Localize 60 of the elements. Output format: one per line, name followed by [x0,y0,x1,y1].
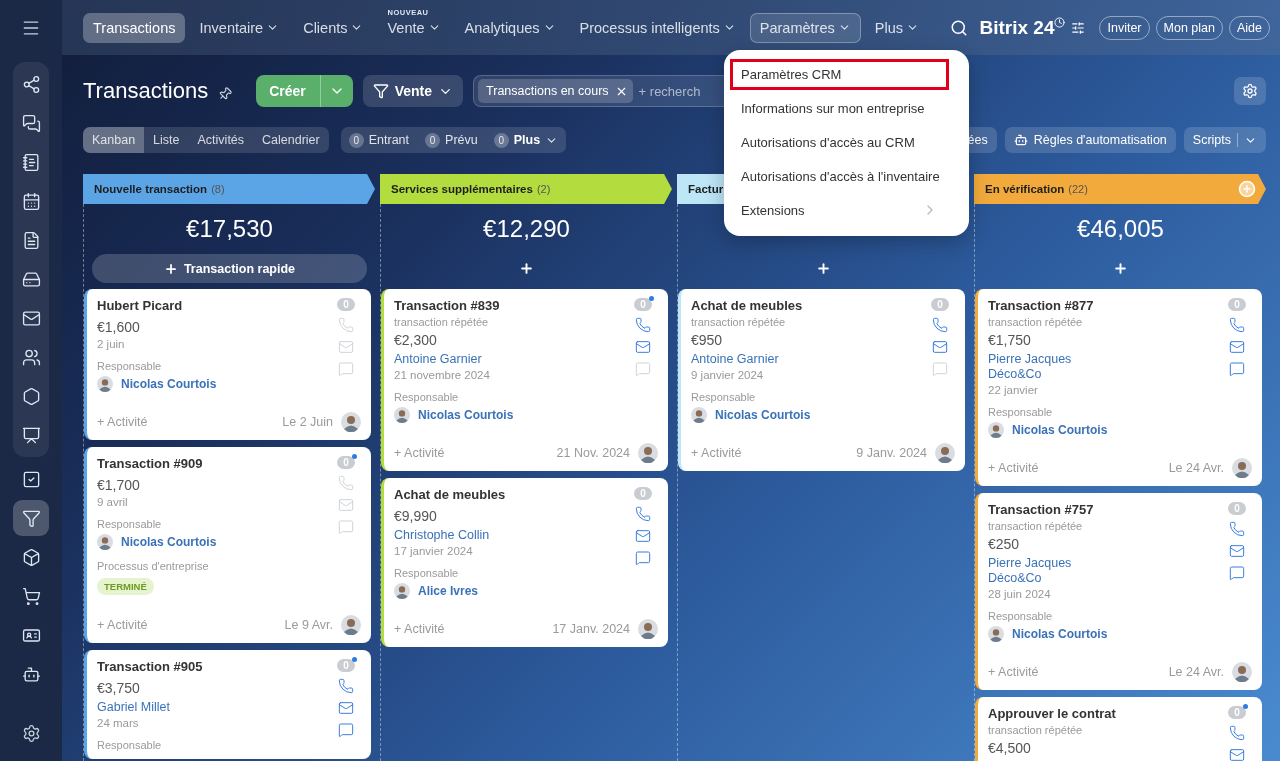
stage-total: €12,290 [483,215,570,243]
deal-subtitle: transaction répétée [691,316,787,328]
activity-date: 9 Janv. 2024 [856,446,927,460]
deal-date: 22 janvier [988,384,1039,396]
deal-amount: €3,750 [97,680,141,696]
activity-date: 21 Nov. 2024 [556,446,630,460]
responsible-label: Responsable [394,567,460,579]
responsible-label: Responsable [97,360,163,372]
deal-amount: €2,300 [394,332,438,348]
activity-date: Le 24 Avr. [1168,461,1224,475]
responsible-label: Responsable [691,391,757,403]
deal-amount: €1,600 [97,319,141,335]
stage-title: Nouvelle transaction [94,183,208,195]
deal-title: Hubert Picard [97,298,184,313]
deal-title: Approuver le contrat [988,706,1117,721]
deal-amount: €250 [988,536,1021,552]
responsible-label: Responsable [988,610,1054,622]
stage-title: Factur [688,183,724,195]
deal-amount: €1,750 [988,332,1032,348]
responsible-label: Responsable [394,391,460,403]
process-label: Processus d'entreprise [97,560,210,572]
deal-date: 17 janvier 2024 [394,545,474,557]
deal-title: Transaction #757 [988,502,1095,517]
deal-subtitle: transaction répétée [394,316,490,328]
deal-title: Transaction #839 [394,298,501,313]
activity-date: Le 9 Avr. [284,618,333,632]
stage-count: (8) [211,183,225,195]
deal-title: Transaction #909 [97,456,204,471]
deal-date: 21 novembre 2024 [394,369,491,381]
deal-title: Transaction #877 [988,298,1095,313]
activity-date: 17 Janv. 2024 [552,622,630,636]
page-title: Transactions [83,78,209,104]
deal-subtitle: transaction répétée [988,316,1084,328]
stage-title: En vérification [985,183,1065,195]
deal-title: Transaction #905 [97,659,204,674]
deal-subtitle: transaction répétée [988,724,1084,736]
deal-date: 9 avril [97,496,129,508]
stage-count: (2) [536,183,551,195]
deal-amount: €950 [691,332,724,348]
stage-total: €17,530 [186,215,273,243]
deal-amount: €9,990 [394,508,438,524]
deal-date: 9 janvier 2024 [691,369,765,381]
responsible-label: Responsable [988,406,1054,418]
deal-amount: €1,700 [97,477,141,493]
deal-title: Achat de meubles [394,487,507,502]
deal-date: 2 juin [97,338,126,350]
activity-date: Le 2 Juin [282,415,333,429]
deal-date: 28 juin 2024 [988,588,1052,600]
deal-amount: €4,500 [988,740,1032,756]
deal-subtitle: transaction répétée [988,520,1084,532]
activity-date: Le 24 Avr. [1168,665,1224,679]
responsible-label: Responsable [97,518,163,530]
stage-count: (22) [1068,183,1088,195]
stage-title: Services supplémentaires [391,183,533,195]
stage-total: €46,005 [1077,215,1164,243]
status-badge: TERMINÉ [97,578,154,595]
responsible-label: Responsable [97,739,163,751]
deal-title: Achat de meubles [691,298,804,313]
deal-date: 24 mars [97,717,140,729]
logo: Bitrix 24 [979,16,1055,39]
